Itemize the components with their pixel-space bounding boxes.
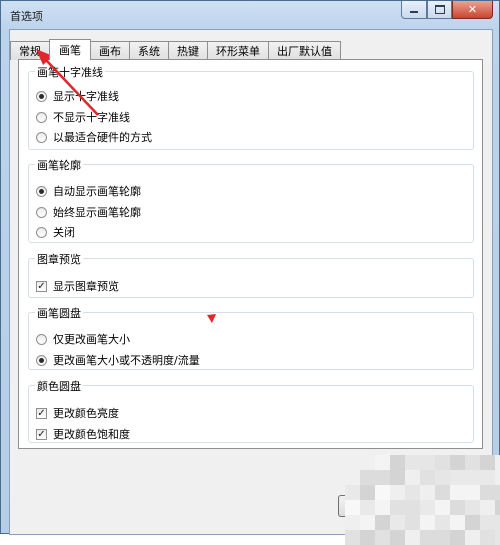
tab-brush[interactable]: 画笔 xyxy=(49,39,91,60)
arrow-marker-icon xyxy=(207,314,216,323)
annotation-arrows xyxy=(36,49,216,323)
tab-label: 画笔 xyxy=(59,44,81,57)
